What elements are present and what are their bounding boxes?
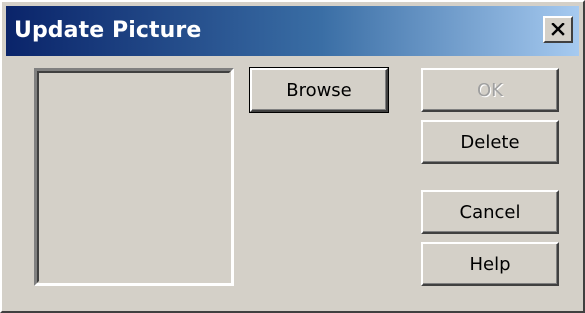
help-button[interactable]: Help bbox=[421, 242, 559, 286]
delete-button-label: Delete bbox=[460, 131, 520, 153]
browse-button[interactable]: Browse bbox=[249, 67, 389, 113]
window-title: Update Picture bbox=[14, 18, 202, 43]
picture-preview-area bbox=[37, 71, 231, 283]
close-button[interactable] bbox=[543, 16, 573, 43]
ok-button[interactable]: OK bbox=[421, 68, 559, 112]
cancel-button-label: Cancel bbox=[459, 201, 521, 223]
help-button-label: Help bbox=[469, 253, 511, 275]
close-icon bbox=[551, 23, 565, 36]
title-bar[interactable]: Update Picture bbox=[6, 6, 579, 56]
picture-preview-frame bbox=[34, 68, 234, 286]
delete-button[interactable]: Delete bbox=[421, 120, 559, 164]
cancel-button[interactable]: Cancel bbox=[421, 190, 559, 234]
ok-button-label: OK bbox=[477, 79, 503, 101]
browse-button-label: Browse bbox=[286, 79, 352, 101]
update-picture-dialog: Update Picture Browse OK Delete Cancel H… bbox=[0, 0, 585, 313]
